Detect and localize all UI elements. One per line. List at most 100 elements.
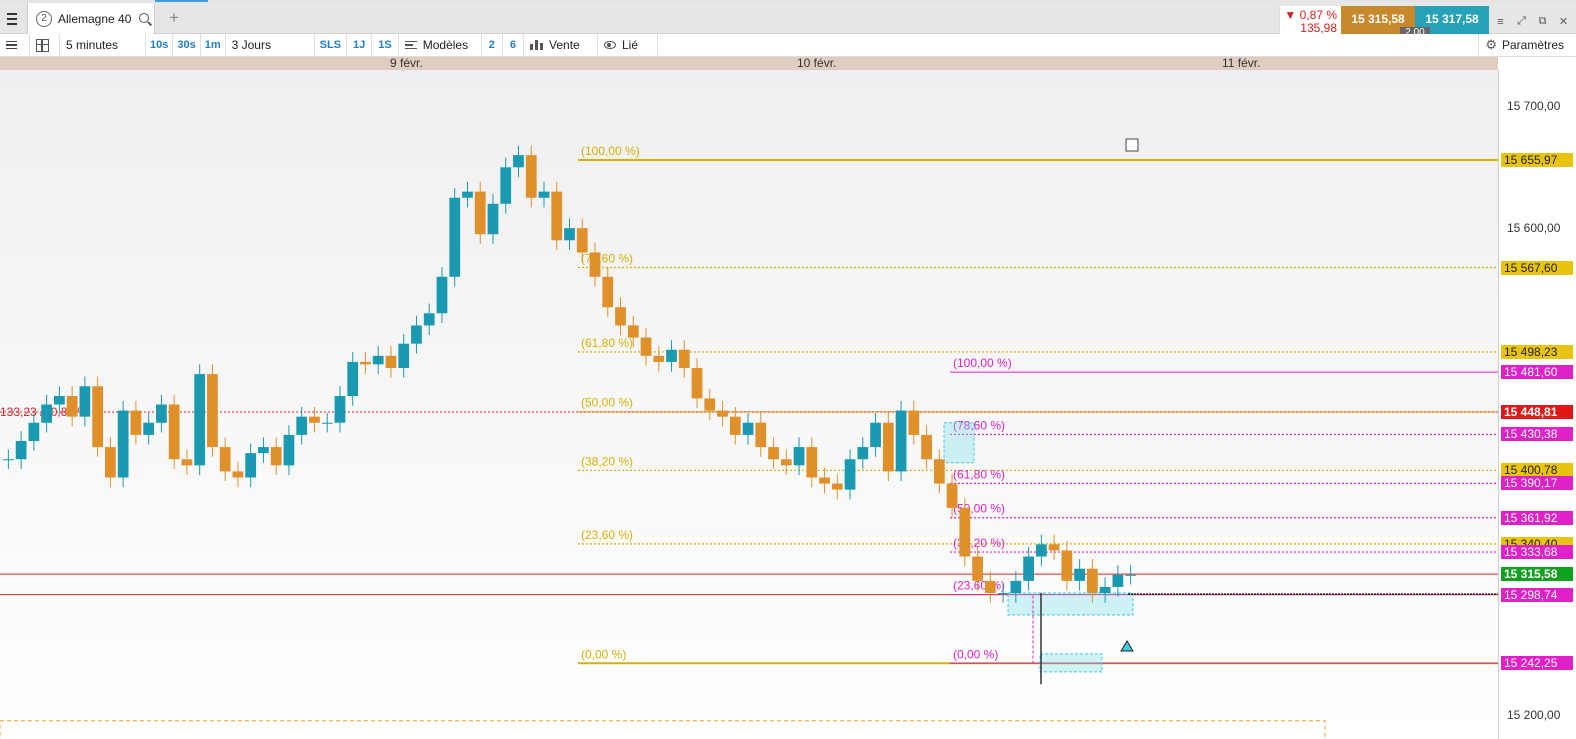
window-controls: ≡ ⤢ ⧉ ✕ bbox=[1491, 6, 1576, 37]
candle-body bbox=[372, 355, 384, 365]
layout-grid-icon[interactable] bbox=[30, 33, 60, 57]
fibonacci-level-label: (38,20 %) bbox=[581, 454, 633, 468]
candle-body bbox=[857, 447, 869, 460]
expand-icon[interactable]: ⤢ bbox=[1516, 15, 1527, 28]
candle-body bbox=[806, 447, 818, 478]
candle-body bbox=[423, 313, 435, 326]
add-tab-icon[interactable]: + bbox=[165, 9, 183, 27]
candle-body bbox=[870, 422, 881, 448]
list-icon[interactable] bbox=[0, 33, 30, 57]
fibonacci-level-label: (23,60 %) bbox=[581, 528, 633, 542]
linked-toggle[interactable]: Lié bbox=[598, 33, 658, 57]
search-icon[interactable] bbox=[139, 12, 151, 25]
price-tag: 15 315,58 bbox=[1501, 567, 1573, 582]
candle-body bbox=[181, 459, 193, 466]
settings-label: Paramètres bbox=[1501, 38, 1564, 52]
candle-body bbox=[41, 404, 53, 423]
date-label: 10 févr. bbox=[797, 56, 837, 70]
candle-body bbox=[1074, 568, 1085, 581]
fibonacci-level-label: (0,00 %) bbox=[581, 647, 626, 661]
price-tag: 15 400,78 bbox=[1501, 463, 1573, 478]
candle-body bbox=[54, 395, 65, 405]
fibonacci-level-label: (100,00 %) bbox=[581, 144, 640, 158]
price-tag: 15 361,92 bbox=[1501, 510, 1573, 525]
candle-body bbox=[411, 325, 422, 344]
candle-body bbox=[819, 477, 830, 484]
candle-body bbox=[474, 191, 486, 235]
interval-1m-button[interactable]: 1m bbox=[201, 33, 226, 57]
tab-instrument[interactable]: 2 Allemagne 40 bbox=[27, 3, 155, 34]
candle-body bbox=[691, 368, 703, 399]
candle-body bbox=[1099, 586, 1111, 594]
tab-bar: 2 Allemagne 40 + ▼ 0,87 % 135,98 15 315,… bbox=[0, 3, 1576, 39]
date-label: 11 févr. bbox=[1222, 56, 1261, 70]
candle-body bbox=[462, 191, 473, 198]
scroll-marker bbox=[1125, 138, 1139, 152]
candle-body bbox=[946, 483, 958, 508]
alert-marker bbox=[1120, 640, 1134, 652]
candle-body bbox=[385, 355, 397, 369]
range-sls-button[interactable]: SLS bbox=[315, 33, 348, 57]
close-icon[interactable]: ✕ bbox=[1558, 15, 1569, 28]
range-select[interactable]: 3 Jours bbox=[226, 33, 315, 57]
candle-body bbox=[449, 197, 461, 277]
date-axis: 9 févr. 10 févr. 11 févr. bbox=[0, 57, 1498, 70]
trading-app: { "tab": { "number": "2", "title": "Alle… bbox=[0, 0, 1576, 739]
candle-body bbox=[1125, 574, 1136, 576]
drag-handle-icon[interactable]: ≡ bbox=[1495, 16, 1506, 28]
candle-body bbox=[1023, 556, 1034, 581]
range-1s-button[interactable]: 1S bbox=[372, 33, 399, 57]
price-tag: 15 390,17 bbox=[1501, 476, 1573, 491]
candle-body bbox=[15, 440, 27, 460]
interval-select[interactable]: 5 minutes bbox=[60, 33, 146, 57]
candle-body bbox=[538, 191, 550, 198]
candle-body bbox=[602, 276, 614, 308]
price-tick-label: 15 700,00 bbox=[1507, 99, 1561, 114]
price-chart[interactable]: 133,23 / -0,86 %(100,00 %)(78,60 %)(61,8… bbox=[0, 70, 1498, 739]
hamburger-menu-icon[interactable] bbox=[0, 3, 24, 34]
layout-6-button[interactable]: 6 bbox=[503, 33, 524, 57]
fibonacci-level-label: (61,80 %) bbox=[953, 467, 1005, 481]
candle-body bbox=[168, 404, 180, 460]
candle-body bbox=[1010, 580, 1022, 594]
price-tag: 15 242,25 bbox=[1501, 656, 1573, 671]
price-tag: 15 498,23 bbox=[1501, 344, 1573, 359]
candle-body bbox=[653, 355, 665, 362]
popout-icon[interactable]: ⧉ bbox=[1537, 15, 1548, 28]
candle-body bbox=[360, 361, 371, 365]
candle-body bbox=[793, 447, 805, 466]
candle-body bbox=[933, 459, 945, 484]
candle-body bbox=[525, 155, 537, 198]
candle-body bbox=[627, 325, 639, 338]
gear-icon: ⚙ bbox=[1485, 37, 1497, 52]
candle-body bbox=[704, 398, 716, 411]
candle-body bbox=[551, 191, 563, 241]
chart-canvas[interactable]: 133,23 / -0,86 %(100,00 %)(78,60 %)(61,8… bbox=[0, 70, 1498, 739]
tab-number: 2 bbox=[36, 10, 52, 27]
templates-button[interactable]: Modèles bbox=[399, 33, 482, 57]
layout-2-button[interactable]: 2 bbox=[482, 33, 503, 57]
candle-body bbox=[882, 422, 894, 472]
interval-10s-button[interactable]: 10s bbox=[146, 33, 174, 57]
interval-30s-button[interactable]: 30s bbox=[173, 33, 201, 57]
candle-body bbox=[1035, 544, 1047, 557]
candle-body bbox=[232, 471, 244, 478]
candle-body bbox=[972, 556, 983, 581]
date-label: 9 févr. bbox=[390, 56, 423, 70]
candle-body bbox=[66, 395, 78, 417]
candle-body bbox=[895, 410, 907, 472]
templates-label: Modèles bbox=[422, 38, 469, 52]
price-axis[interactable]: 15 700,00 15 600,00 15 200,00 15 655,97 15 5… bbox=[1498, 70, 1576, 739]
candle-body bbox=[678, 349, 690, 369]
candle-body bbox=[666, 349, 677, 362]
candle-body bbox=[347, 361, 359, 396]
range-1j-button[interactable]: 1J bbox=[347, 33, 373, 57]
fibonacci-level-label: (0,00 %) bbox=[953, 647, 998, 661]
side-select[interactable]: Vente bbox=[524, 33, 598, 57]
settings-button[interactable]: ⚙ Paramètres bbox=[1478, 33, 1576, 57]
fibonacci-level-label: (61,80 %) bbox=[581, 336, 633, 350]
candle-body bbox=[1048, 544, 1060, 551]
candle-body bbox=[959, 507, 971, 557]
candle-body bbox=[729, 416, 741, 435]
price-tag: 15 655,97 bbox=[1501, 153, 1573, 168]
